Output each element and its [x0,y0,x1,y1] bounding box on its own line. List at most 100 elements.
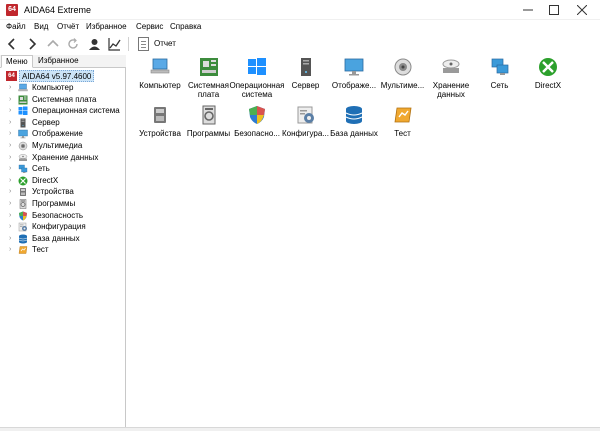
tree-item[interactable]: › Системная плата [0,94,126,106]
category-tile[interactable]: Хранение данных [427,57,475,101]
tree-item-label: Системная плата [32,94,97,104]
chevron-right-icon[interactable]: › [9,233,11,244]
tree-item[interactable]: › Хранение данных [0,152,126,164]
aida64-logo-icon: 64 [6,71,17,81]
chevron-right-icon[interactable]: › [9,94,11,105]
menu-report[interactable]: Отчёт [57,22,79,32]
tree-item[interactable]: › Сервер [0,117,126,129]
tree-item[interactable]: › Программы [0,198,126,210]
server-icon [18,118,28,128]
chevron-right-icon[interactable]: › [9,117,11,128]
back-button[interactable] [4,36,20,52]
tree-item[interactable]: › Сеть [0,163,126,175]
window-title: AIDA64 Extreme [24,5,92,15]
chevron-right-icon[interactable]: › [9,163,11,174]
panel-tabs: Меню Избранное [0,55,126,68]
chevron-right-icon[interactable]: › [9,198,11,209]
monitor-icon [344,57,364,77]
main-content: Компьютер Системная плата Операционная сис… [128,55,600,427]
category-tile[interactable]: Тест [379,105,427,149]
chart-button[interactable] [106,36,122,52]
maximize-button[interactable] [540,0,568,20]
devices-icon [18,187,28,197]
tree-item[interactable]: › Отображение [0,128,126,140]
category-tile[interactable]: Системная плата [185,57,233,101]
category-tile[interactable]: Программы [185,105,233,149]
app-logo-icon: 64 [6,4,18,16]
computer-icon [150,57,170,77]
tree-item[interactable]: › Конфигурация [0,221,126,233]
arrow-right-icon [29,38,37,50]
chevron-right-icon[interactable]: › [9,221,11,232]
status-bar [0,427,600,431]
chevron-right-icon[interactable]: › [9,140,11,151]
menu-favorites[interactable]: Избранное [86,22,127,32]
minimize-icon [523,9,533,11]
category-tile[interactable]: Сервер [282,57,330,101]
menu-view[interactable]: Вид [34,22,48,32]
monitor-icon [18,129,28,139]
category-tile[interactable]: Мультиме... [379,57,427,101]
chevron-right-icon[interactable]: › [9,152,11,163]
tree-item[interactable]: › Тест [0,244,126,256]
storage-icon [441,57,461,77]
tree-root[interactable]: 64 AIDA64 v5.97.4600 [0,70,126,82]
tree-item-label: Сервер [32,117,60,127]
report-button-label[interactable]: Отчет [154,39,176,49]
forward-button[interactable] [24,36,40,52]
tree-item[interactable]: › База данных [0,233,126,245]
tree-item-label: Сеть [32,164,50,174]
tree-item[interactable]: › Компьютер [0,82,126,94]
tree-item-label: Отображение [32,129,83,139]
chevron-right-icon[interactable]: › [9,210,11,221]
category-tile[interactable]: Конфигура... [282,105,330,149]
tree-item[interactable]: › DirectX [0,175,126,187]
navigation-panel: Меню Избранное 64 AIDA64 v5.97.4600 › Ком… [0,55,126,427]
tree-item-label: Мультимедиа [32,140,83,150]
chart-icon [107,37,121,51]
category-tile[interactable]: Операционная система [229,57,285,101]
network-icon [490,57,510,77]
report-icon[interactable] [138,37,149,51]
database-icon [18,234,28,244]
chevron-right-icon[interactable]: › [9,128,11,139]
close-button[interactable] [568,0,596,20]
benchmark-icon [18,245,28,255]
menu-tools[interactable]: Сервис [136,22,163,32]
category-tile[interactable]: DirectX [524,57,572,101]
tree-item[interactable]: › Безопасность [0,210,126,222]
speaker-icon [18,141,28,151]
shield-icon [18,211,28,221]
minimize-button[interactable] [514,0,542,20]
category-tile[interactable]: Компьютер [136,57,184,101]
category-tile[interactable]: База данных [330,105,378,149]
chevron-right-icon[interactable]: › [9,244,11,255]
network-icon [18,164,28,174]
chevron-right-icon[interactable]: › [9,186,11,197]
chevron-right-icon[interactable]: › [9,175,11,186]
directx-icon [538,57,558,77]
tree-item-label: Конфигурация [32,222,86,232]
category-tile[interactable]: Отображе... [330,57,378,101]
menu-bar: Файл Вид Отчёт Избранное Сервис Справка [0,20,600,34]
tree-item[interactable]: › Мультимедиа [0,140,126,152]
tree-item[interactable]: › Устройства [0,186,126,198]
refresh-button[interactable] [65,36,81,52]
up-button[interactable] [45,36,61,52]
tab-favorites[interactable]: Избранное [34,55,83,68]
category-tile[interactable]: Сеть [476,57,524,101]
user-icon [88,38,100,50]
tree-item-label: База данных [32,233,80,243]
tab-menu[interactable]: Меню [1,55,33,68]
user-button[interactable] [86,36,102,52]
menu-help[interactable]: Справка [170,22,201,32]
category-tile[interactable]: Устройства [136,105,184,149]
motherboard-icon [199,57,219,77]
menu-file[interactable]: Файл [6,22,26,32]
tree-item[interactable]: › Операционная система [0,105,126,117]
category-tile[interactable]: Безопасно... [233,105,281,149]
toolbar: Отчет [0,34,600,54]
chevron-right-icon[interactable]: › [9,105,11,116]
chevron-right-icon[interactable]: › [9,82,11,93]
computer-icon [18,83,28,93]
